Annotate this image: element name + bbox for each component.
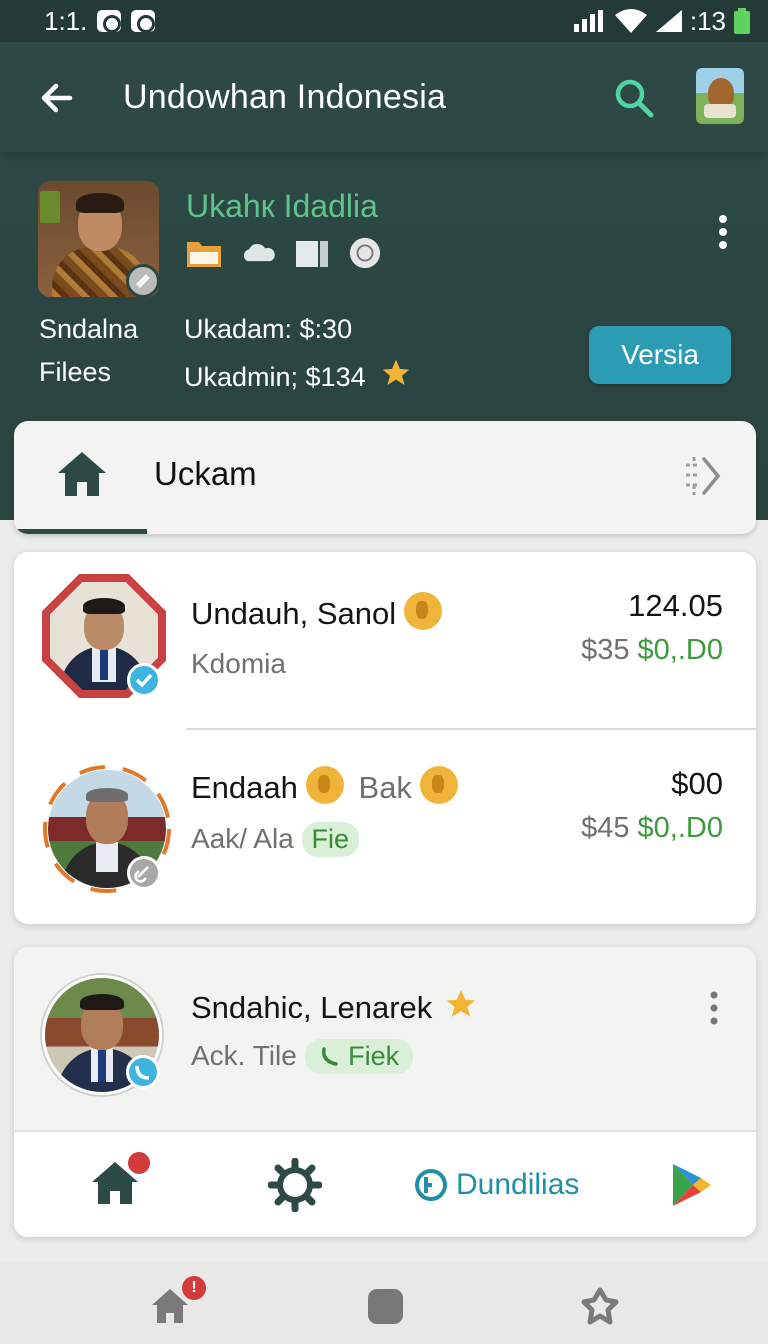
row-subtitle: Aak/ Ala bbox=[191, 823, 294, 854]
sync-icon[interactable] bbox=[348, 236, 382, 270]
profile-icon-row bbox=[186, 236, 382, 270]
star-icon bbox=[382, 359, 410, 385]
avatar-hair bbox=[83, 598, 125, 614]
document-icon[interactable] bbox=[294, 238, 330, 268]
contact-subtitle-row: Ack. Tile Fiek bbox=[191, 1039, 414, 1074]
phone-icon bbox=[321, 1047, 338, 1066]
avatar-hair bbox=[80, 994, 124, 1010]
row-name: Undauh, Sanol bbox=[191, 592, 443, 632]
gear-icon[interactable] bbox=[268, 1158, 322, 1212]
list-item[interactable]: Undauh, Sanol Kdomia 124.05 $35 $0,.D0 bbox=[14, 552, 756, 728]
contact-card: Sndahic, Lenarek Ack. Tile Fiek Dundilia… bbox=[14, 947, 756, 1237]
tab-indicator bbox=[14, 529, 147, 534]
profile-stat-2: Ukadmin; $134 bbox=[184, 362, 366, 392]
expand-arrow-icon[interactable] bbox=[664, 451, 724, 501]
system-navigation-bar: ! bbox=[0, 1262, 768, 1344]
status-chip[interactable]: Fie bbox=[301, 822, 360, 857]
dundilias-tab[interactable]: Dundilias bbox=[414, 1168, 579, 1202]
folder-icon[interactable] bbox=[186, 238, 222, 268]
phone-icon bbox=[135, 1065, 150, 1080]
avatar-tie bbox=[100, 648, 108, 680]
d-logo-icon bbox=[415, 1169, 447, 1201]
row-price-grey: $45 bbox=[581, 812, 630, 844]
profile-name: Ukahк Idadlia bbox=[186, 188, 378, 224]
transaction-list: Undauh, Sanol Kdomia 124.05 $35 $0,.D0 E… bbox=[14, 552, 756, 924]
edit-icon bbox=[136, 274, 150, 288]
wifi-icon bbox=[614, 9, 647, 33]
status-bar: 1:1. :13 bbox=[0, 0, 768, 42]
coin-icon bbox=[404, 592, 443, 630]
row-price-green: $0,.D0 bbox=[637, 634, 723, 666]
contact-subtitle: Ack. Tile bbox=[191, 1040, 297, 1071]
bottom-navigation: Dundilias bbox=[14, 1130, 756, 1237]
row-price: $45 $0,.D0 bbox=[581, 812, 723, 845]
more-vertical-icon[interactable] bbox=[700, 989, 728, 1029]
coin-icon bbox=[305, 766, 344, 804]
app-notification-icon bbox=[131, 10, 156, 33]
row-amount: 124.05 bbox=[628, 588, 723, 623]
contact-name: Sndahic, Lenarek bbox=[191, 990, 433, 1025]
assistant-icon[interactable] bbox=[580, 1286, 620, 1326]
status-left: 1:1. bbox=[44, 5, 156, 37]
row-subtitle-row: Aak/ Ala Fie bbox=[191, 822, 360, 857]
avatar-base bbox=[704, 104, 736, 118]
star-icon bbox=[446, 989, 476, 1017]
link-badge bbox=[127, 856, 161, 890]
search-icon[interactable] bbox=[612, 76, 656, 120]
profile-photo-sign bbox=[40, 191, 60, 223]
dundilias-label: Dundilias bbox=[456, 1168, 580, 1201]
call-chip-label: Fiek bbox=[348, 1041, 400, 1071]
tab-bar: Uckam bbox=[14, 421, 756, 534]
arrow-left-icon[interactable] bbox=[36, 76, 80, 120]
profile-stat-1: Ukadam: $:30 bbox=[184, 314, 353, 344]
status-time: 1:1. bbox=[44, 5, 88, 36]
status-right: :13 bbox=[572, 6, 750, 37]
row-name-text: Endaah bbox=[191, 770, 298, 805]
overview-button[interactable] bbox=[368, 1289, 403, 1324]
row-name-text: Undauh, Sanol bbox=[191, 596, 397, 631]
home-icon[interactable] bbox=[56, 449, 108, 499]
status-clock-right: :13 bbox=[689, 5, 726, 36]
row-name-extra: Bak bbox=[358, 770, 412, 805]
row-price-grey: $35 bbox=[581, 634, 630, 666]
profile-label-line1: Sndalna bbox=[39, 314, 139, 344]
account-avatar[interactable] bbox=[696, 68, 744, 124]
avatar-shirt bbox=[96, 842, 118, 872]
signal-icon bbox=[573, 10, 603, 32]
more-vertical-icon[interactable] bbox=[706, 212, 740, 252]
row-price-green: $0,.D0 bbox=[637, 812, 723, 844]
tab-label[interactable]: Uckam bbox=[154, 455, 257, 493]
row-subtitle: Kdomia bbox=[191, 648, 286, 679]
versia-button[interactable]: Versia bbox=[589, 326, 731, 384]
check-icon bbox=[135, 673, 153, 688]
cell-signal-icon bbox=[655, 10, 682, 32]
notification-icon bbox=[97, 10, 122, 33]
app-title: Undowhan Indonesia bbox=[123, 78, 447, 116]
gear-coin-icon bbox=[419, 766, 458, 804]
call-chip[interactable]: Fiek bbox=[304, 1039, 414, 1074]
row-name: Endaah Bak bbox=[191, 766, 458, 806]
avatar-tie bbox=[98, 1050, 106, 1082]
alert-badge: ! bbox=[182, 1276, 206, 1300]
profile-edit-badge[interactable] bbox=[126, 264, 160, 298]
play-store-icon[interactable] bbox=[669, 1162, 713, 1208]
avatar-hair bbox=[86, 788, 128, 802]
profile-label-line2: Filees bbox=[39, 357, 112, 387]
call-badge bbox=[126, 1055, 160, 1089]
contact-name-row: Sndahic, Lenarek bbox=[191, 987, 479, 1026]
list-item[interactable]: Endaah Bak Aak/ Ala Fie $00 $45 $0,.D0 bbox=[14, 730, 756, 924]
link-icon bbox=[134, 866, 149, 883]
row-price: $35 $0,.D0 bbox=[581, 634, 723, 667]
cloud-icon[interactable] bbox=[240, 238, 276, 268]
profile-photo-hair bbox=[76, 193, 124, 213]
verified-badge bbox=[127, 663, 161, 697]
battery-icon bbox=[734, 8, 750, 34]
profile-stat-2-row: Ukadmin; $134 bbox=[184, 357, 413, 393]
notification-dot bbox=[126, 1150, 152, 1176]
app-bar: Undowhan Indonesia bbox=[0, 42, 768, 152]
row-amount: $00 bbox=[671, 766, 723, 801]
